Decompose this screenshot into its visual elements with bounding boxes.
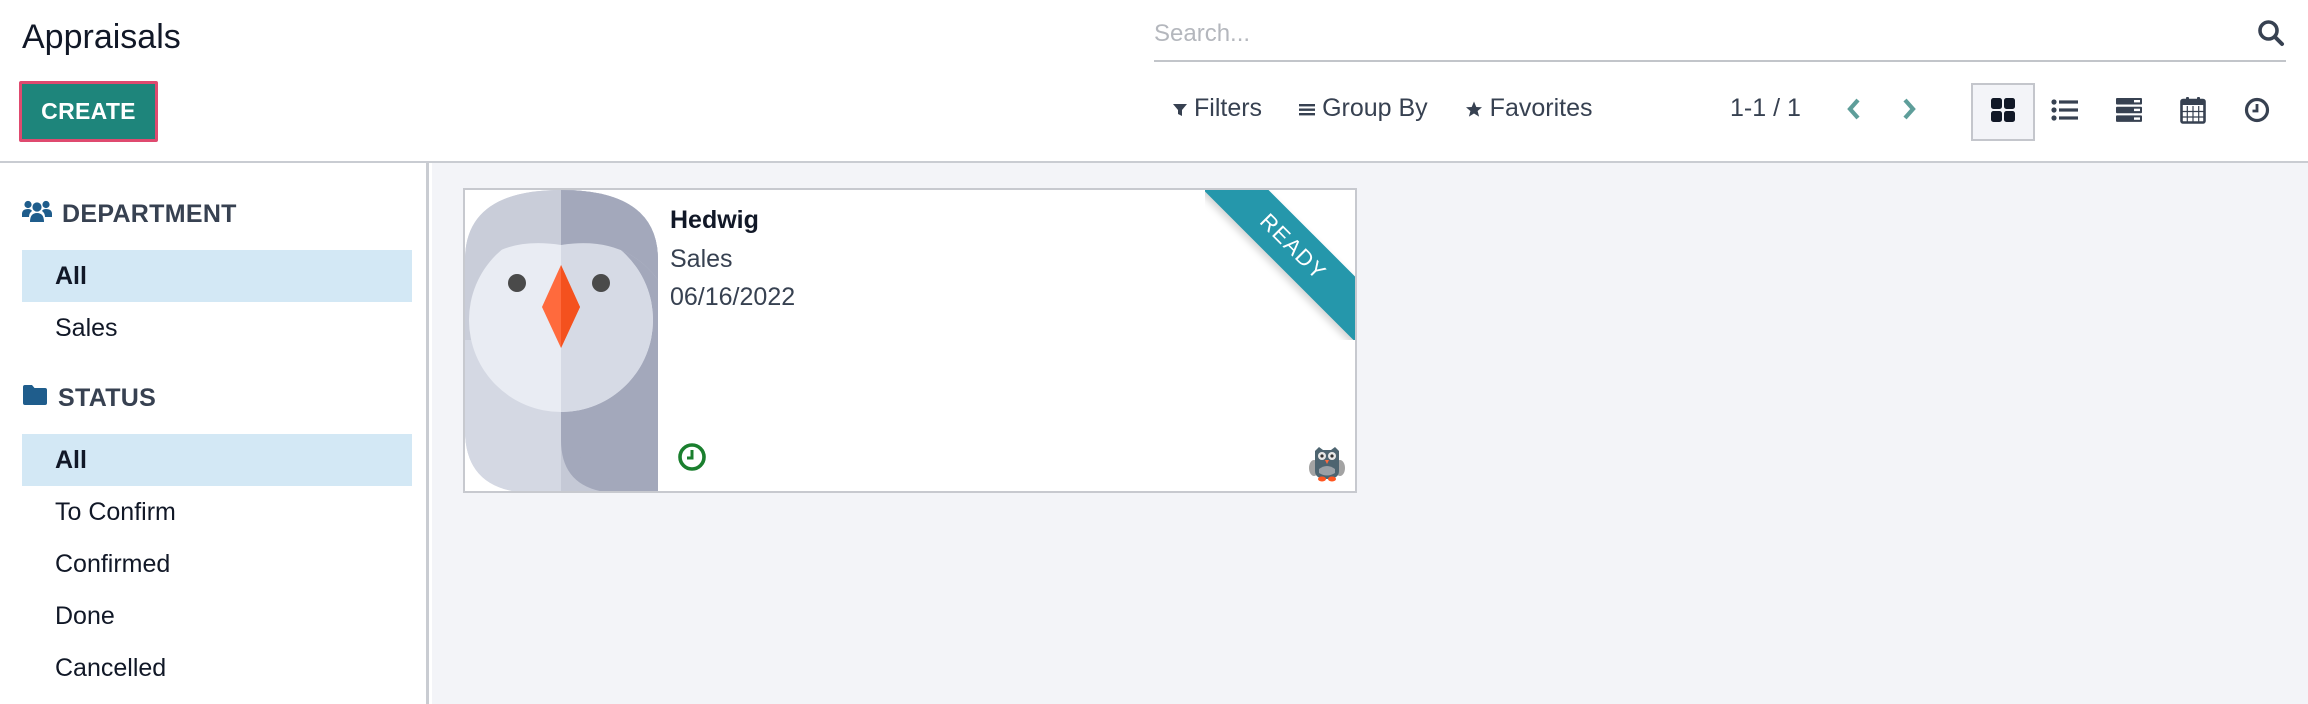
star-icon bbox=[1464, 99, 1484, 119]
view-kanban-button[interactable] bbox=[1971, 83, 2035, 141]
kanban-view: Hedwig Sales 06/16/2022 READY bbox=[432, 163, 2308, 704]
search-options: Filters Group By Favorites bbox=[1172, 94, 1592, 123]
calendar-icon bbox=[2180, 96, 2206, 129]
status-item-label: Cancelled bbox=[55, 653, 167, 682]
activity-clock-icon[interactable] bbox=[677, 442, 707, 472]
department-item-label: All bbox=[55, 261, 87, 290]
chevron-right-icon bbox=[1900, 96, 1918, 127]
card-employee-name: Hedwig bbox=[670, 206, 759, 234]
control-panel: Appraisals CREATE Filters Group By bbox=[0, 0, 2308, 163]
department-item-all[interactable]: All bbox=[22, 250, 412, 302]
favorites-label: Favorites bbox=[1489, 94, 1593, 122]
pager-value[interactable]: 1-1 / 1 bbox=[1730, 94, 1801, 123]
department-item-label: Sales bbox=[55, 313, 118, 342]
view-activity-button[interactable] bbox=[2225, 83, 2289, 141]
create-button[interactable]: CREATE bbox=[19, 81, 158, 142]
users-icon bbox=[22, 199, 52, 230]
list-icon bbox=[2051, 98, 2079, 127]
department-section-header: DEPARTMENT bbox=[22, 199, 237, 230]
search-icon[interactable] bbox=[2256, 18, 2286, 48]
status-title: STATUS bbox=[58, 384, 157, 412]
bars-icon bbox=[1298, 99, 1316, 119]
department-item-sales[interactable]: Sales bbox=[22, 302, 412, 354]
group-by-label: Group By bbox=[1322, 94, 1428, 122]
pager-previous-button[interactable] bbox=[1841, 96, 1867, 126]
ready-ribbon-label: READY bbox=[1205, 190, 1355, 340]
pager-next-button[interactable] bbox=[1896, 96, 1922, 126]
page-title: Appraisals bbox=[22, 18, 181, 56]
status-item-label: Done bbox=[55, 601, 115, 630]
status-item-cancelled[interactable]: Cancelled bbox=[22, 642, 412, 694]
status-item-to-confirm[interactable]: To Confirm bbox=[22, 486, 412, 538]
owl-avatar-image bbox=[465, 190, 658, 491]
server-stack-icon bbox=[2115, 97, 2143, 128]
status-item-confirmed[interactable]: Confirmed bbox=[22, 538, 412, 590]
view-calendar-button[interactable] bbox=[2161, 83, 2225, 141]
status-item-label: All bbox=[55, 445, 87, 474]
kanban-card[interactable]: Hedwig Sales 06/16/2022 READY bbox=[463, 188, 1357, 493]
department-title: DEPARTMENT bbox=[62, 200, 237, 228]
status-item-label: To Confirm bbox=[55, 497, 176, 526]
status-item-label: Confirmed bbox=[55, 549, 171, 578]
status-ribbon: READY bbox=[1205, 190, 1355, 340]
status-section-header: STATUS bbox=[22, 384, 156, 413]
view-list-button[interactable] bbox=[2033, 83, 2097, 141]
group-by-button[interactable]: Group By bbox=[1298, 94, 1428, 123]
search-panel: DEPARTMENT All Sales STATUS All To Confi… bbox=[0, 163, 429, 704]
search-input[interactable] bbox=[1154, 12, 2234, 56]
status-item-all[interactable]: All bbox=[22, 434, 412, 486]
kanban-grid-icon bbox=[1990, 97, 2016, 128]
clock-icon bbox=[2244, 97, 2270, 128]
owner-owl-avatar bbox=[1307, 443, 1347, 483]
view-activity-list-button[interactable] bbox=[2097, 83, 2161, 141]
status-item-done[interactable]: Done bbox=[22, 590, 412, 642]
chevron-left-icon bbox=[1845, 96, 1863, 127]
search-bar bbox=[1154, 12, 2286, 62]
favorites-button[interactable]: Favorites bbox=[1464, 94, 1593, 123]
filters-label: Filters bbox=[1194, 94, 1263, 122]
filter-icon bbox=[1172, 99, 1188, 119]
view-switcher bbox=[1971, 83, 2289, 141]
card-department: Sales bbox=[670, 245, 733, 273]
filters-button[interactable]: Filters bbox=[1172, 94, 1262, 123]
card-date: 06/16/2022 bbox=[670, 283, 796, 311]
folder-icon bbox=[22, 384, 48, 413]
